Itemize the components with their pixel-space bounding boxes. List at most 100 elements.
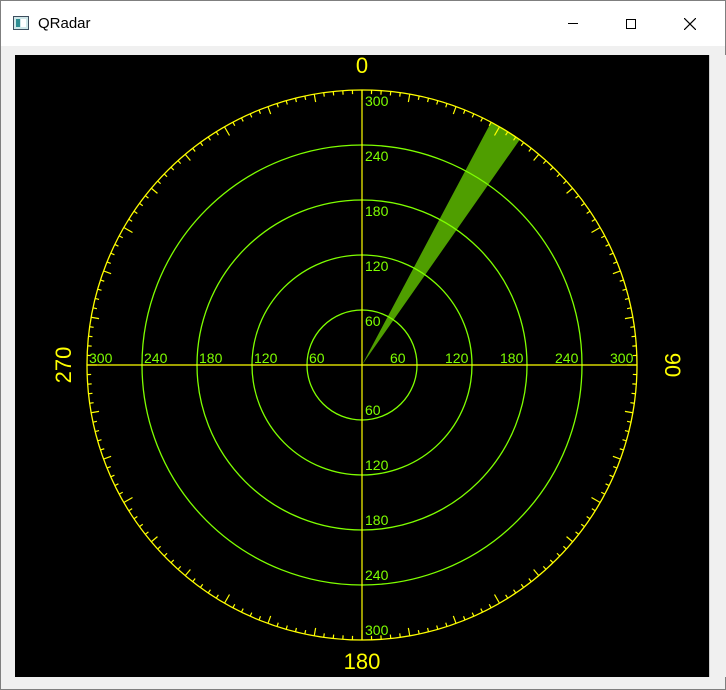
scale-tick: [488, 603, 492, 609]
scale-tick: [223, 126, 231, 136]
background-strip: [1, 55, 15, 677]
scale-tick: [562, 180, 567, 185]
minimize-icon: [568, 23, 578, 24]
scale-tick: [184, 569, 191, 577]
close-icon: [684, 17, 696, 30]
scale-tick: [150, 536, 158, 543]
scale-tick: [609, 474, 614, 478]
app-window: QRadar 60 60 60 60 120 120 120 120 180 180 180 180 2…: [0, 0, 726, 690]
range-label-east: 120: [445, 350, 469, 366]
range-label-south: 60: [365, 402, 381, 418]
radar-display: 60 60 60 60 120 120 120 120 180 180 180 180 240 240 24…: [15, 55, 709, 677]
scale-tick: [223, 594, 231, 604]
compass-label-east: 90: [660, 353, 685, 377]
scale-tick: [240, 608, 244, 613]
scale-tick: [304, 95, 307, 101]
scale-tick: [600, 235, 606, 239]
maximize-button[interactable]: [602, 1, 660, 46]
scale-tick: [520, 142, 525, 147]
scale-tick: [566, 187, 574, 194]
range-label-north: 300: [365, 93, 389, 109]
scale-tick: [436, 625, 439, 630]
maximize-icon: [626, 18, 636, 29]
scale-tick: [605, 483, 610, 487]
scale-tick: [609, 252, 614, 256]
scale-tick: [462, 109, 466, 114]
scale-tick: [624, 297, 629, 301]
scale-tick: [591, 226, 601, 234]
scale-tick: [575, 531, 580, 535]
scale-tick: [139, 523, 144, 528]
scale-tick: [566, 536, 574, 543]
scale-tick: [170, 559, 175, 564]
scale-tick: [417, 629, 420, 635]
scale-tick: [591, 496, 601, 504]
scale-tick: [106, 261, 111, 265]
scale-tick: [177, 160, 182, 165]
scale-tick: [542, 160, 547, 165]
minimize-button[interactable]: [544, 1, 602, 46]
scale-tick: [95, 429, 100, 433]
scale-tick: [445, 103, 448, 108]
scale-tick: [294, 98, 298, 103]
scale-tick: [562, 545, 567, 550]
scale-tick: [249, 113, 253, 118]
scale-tick: [323, 92, 325, 97]
scale-tick: [426, 98, 430, 103]
compass-label-south: 180: [344, 649, 381, 674]
scale-tick: [103, 270, 112, 275]
scale-tick: [445, 622, 448, 627]
scale-tick: [533, 153, 540, 161]
range-label-east: 300: [610, 350, 634, 366]
window-title: QRadar: [38, 15, 91, 32]
scale-tick: [630, 402, 635, 404]
close-button[interactable]: [661, 1, 719, 46]
scale-tick: [92, 307, 98, 310]
scale-tick: [313, 94, 317, 103]
scale-tick: [505, 594, 509, 599]
range-label-east: 240: [555, 350, 579, 366]
scale-tick: [549, 166, 554, 171]
scale-tick: [613, 261, 618, 265]
range-label-east: 180: [500, 350, 524, 366]
scale-tick: [232, 603, 236, 609]
scale-tick: [600, 491, 606, 495]
scale-tick: [114, 243, 119, 247]
scale-tick: [170, 166, 175, 171]
scale-tick: [591, 218, 596, 222]
scale-tick: [586, 516, 591, 520]
scale-tick: [207, 589, 211, 594]
scale-tick: [575, 195, 580, 199]
scale-tick: [157, 545, 162, 550]
scale-tick: [612, 270, 621, 275]
range-label-east: 60: [390, 350, 406, 366]
scale-tick: [232, 121, 236, 127]
scale-tick: [177, 565, 182, 570]
scale-tick: [114, 483, 119, 487]
scale-tick: [613, 465, 618, 469]
scale-tick: [520, 583, 525, 588]
scale-tick: [619, 448, 624, 451]
app-icon: [13, 16, 29, 30]
scale-tick: [123, 496, 133, 504]
scale-tick: [624, 410, 633, 414]
compass-label-north: 0: [356, 55, 368, 78]
scale-tick: [215, 594, 219, 599]
scale-tick: [267, 615, 272, 624]
scale-tick: [407, 94, 411, 103]
scale-tick: [106, 465, 111, 469]
scale-tick: [276, 622, 279, 627]
scale-tick: [471, 612, 475, 617]
scale-tick: [513, 589, 517, 594]
scale-tick: [480, 117, 484, 122]
scale-tick: [133, 516, 138, 520]
scale-tick: [323, 633, 325, 638]
scale-tick: [184, 153, 191, 161]
scale-tick: [313, 627, 317, 636]
scale-tick: [123, 226, 133, 234]
scale-tick: [556, 173, 561, 178]
range-label-south: 120: [365, 457, 389, 473]
title-bar[interactable]: QRadar: [1, 1, 725, 46]
scale-tick: [622, 439, 627, 442]
scale-tick: [163, 552, 168, 557]
